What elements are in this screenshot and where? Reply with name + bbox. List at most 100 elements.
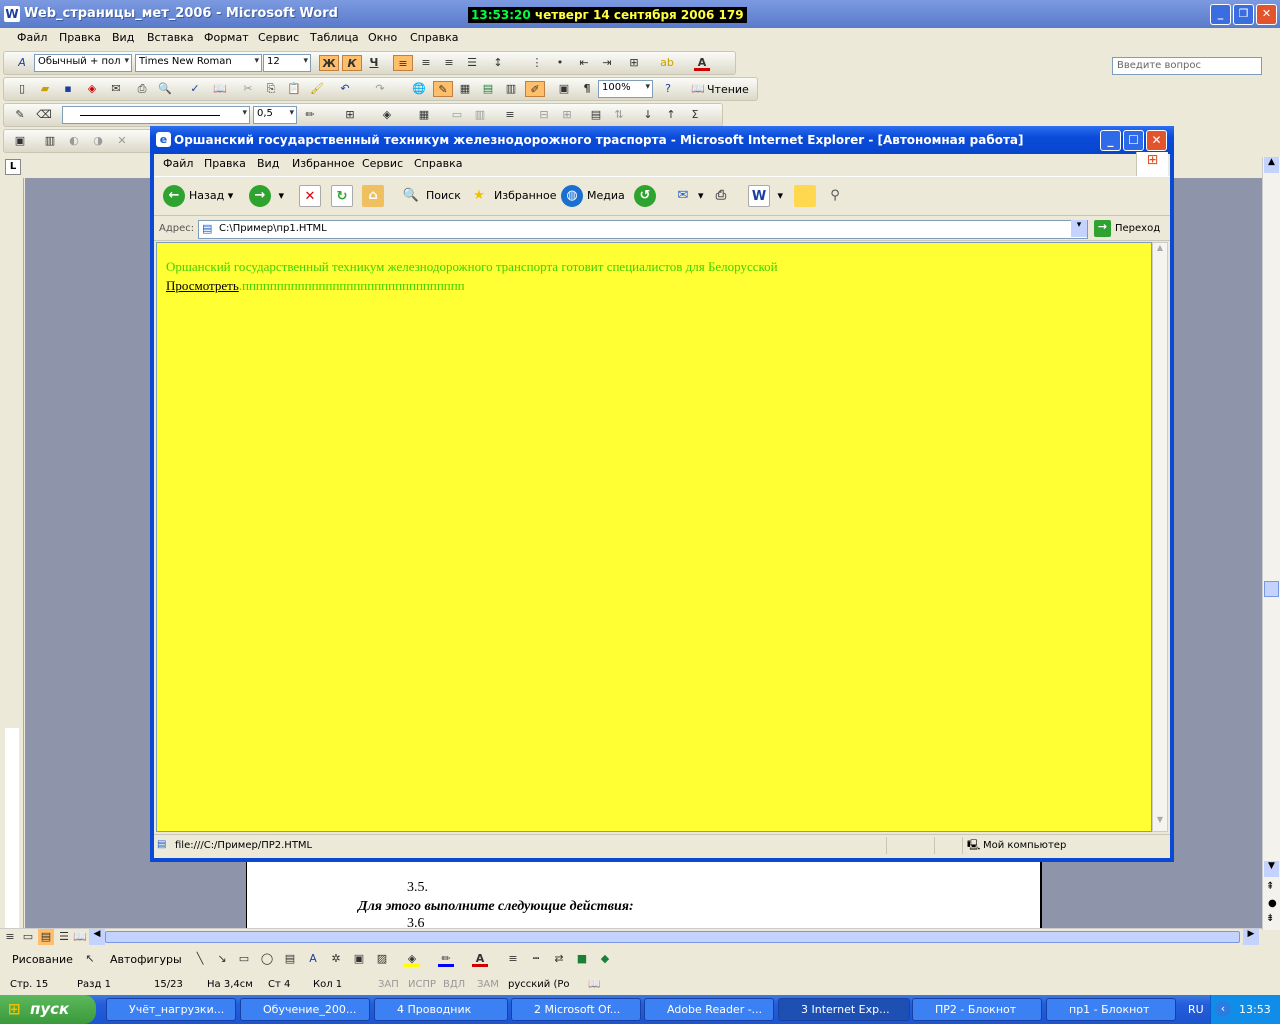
outside-border-icon[interactable]: ⊞ (342, 107, 358, 123)
line-weight-combo[interactable]: 0,5 (253, 106, 297, 124)
ie-print-button[interactable]: ⎙ (710, 185, 736, 211)
ie-back-button[interactable]: ← Назад ▾ (163, 185, 233, 211)
distribute-rows-icon[interactable]: ⊟ (536, 107, 552, 123)
scroll-thumb[interactable] (1264, 581, 1279, 597)
task-excel[interactable]: Учёт_нагрузки... (106, 998, 236, 1021)
insert-table-2-icon[interactable]: ▦ (416, 107, 432, 123)
menu-format[interactable]: Формат (204, 31, 249, 44)
arrow-style-icon[interactable]: ⇄ (551, 951, 567, 967)
ie-scroll-up-icon[interactable]: ▲ (1153, 243, 1167, 259)
ie-mail-button[interactable]: ✉ ▾ (672, 185, 704, 211)
format-painter-icon[interactable]: 🖌 (309, 81, 325, 97)
ie-menu-tools[interactable]: Сервис (362, 157, 403, 170)
tray-expand-icon[interactable]: ‹ (1215, 1001, 1231, 1017)
reading-view-icon[interactable]: 📖 (72, 929, 88, 945)
numbering-icon[interactable]: ⋮ (529, 55, 545, 71)
autosum-icon[interactable]: Σ (687, 107, 703, 123)
new-icon[interactable]: ▯ (14, 81, 30, 97)
word-vertical-scrollbar[interactable]: ▲ ▼ ⇞ ● ⇟ (1262, 157, 1280, 930)
ie-menu-help[interactable]: Справка (414, 157, 462, 170)
borders-icon[interactable]: ⊞ (626, 55, 642, 71)
diagram-icon[interactable]: ✲ (328, 951, 344, 967)
justify-icon[interactable]: ☰ (464, 55, 480, 71)
tab-selector-icon[interactable]: L (5, 159, 21, 175)
show-hide-icon[interactable]: ¶ (579, 81, 595, 97)
decrease-indent-icon[interactable]: ⇤ (576, 55, 592, 71)
align-cell-icon[interactable]: ≡ (502, 107, 518, 123)
document-page[interactable]: 3.5. Для этого выполните следующие дейст… (246, 858, 1042, 931)
email-icon[interactable]: ✉ (108, 81, 124, 97)
paste-icon[interactable]: 📋 (286, 81, 302, 97)
task-notepad-pr2[interactable]: ПР2 - Блокнот (912, 998, 1042, 1021)
copy-icon[interactable]: ⎘ (263, 81, 279, 97)
textbox-icon[interactable]: ▤ (282, 951, 298, 967)
task-ie[interactable]: 3 Internet Exp... (778, 998, 910, 1021)
ie-favorites-button[interactable]: ★ Избранное (468, 185, 556, 211)
word-minimize-button[interactable]: _ (1210, 4, 1231, 25)
ie-forward-button[interactable]: → ▾ (249, 185, 284, 211)
view-link[interactable]: Просмотреть (166, 278, 239, 293)
ie-search-button[interactable]: 🔍 Поиск (400, 185, 461, 211)
autoshapes-button[interactable]: Автофигуры (110, 953, 182, 966)
word-restore-button[interactable]: ❐ (1233, 4, 1254, 25)
frame-right-icon[interactable]: ◐ (66, 133, 82, 149)
line-style-combo[interactable] (62, 106, 250, 124)
line-spacing-icon[interactable]: ↕ (490, 55, 506, 71)
text-direction-icon[interactable]: ⇅ (611, 107, 627, 123)
status-ovr[interactable]: ЗАМ (477, 979, 499, 990)
menu-tools[interactable]: Сервис (258, 31, 299, 44)
menu-help[interactable]: Справка (410, 31, 458, 44)
menu-window[interactable]: Окно (368, 31, 397, 44)
shading-color-icon[interactable]: ◈ (379, 107, 395, 123)
draw-table-icon[interactable]: ✎ (12, 107, 28, 123)
rectangle-icon[interactable]: ▭ (236, 951, 252, 967)
scroll-left-icon[interactable]: ◀ (89, 929, 105, 945)
border-color-icon[interactable]: ✏ (302, 107, 318, 123)
font-size-combo[interactable]: 12 (263, 54, 311, 72)
line-color-icon[interactable]: ✏ (438, 951, 454, 967)
reading-icon[interactable]: 📖 (690, 81, 706, 97)
redo-icon[interactable]: ↷ (372, 81, 388, 97)
ie-minimize-button[interactable]: _ (1100, 130, 1121, 151)
go-button[interactable]: Переход (1115, 223, 1160, 234)
hyperlink-icon[interactable]: 🌐 (411, 81, 427, 97)
task-adobe[interactable]: Adobe Reader -... (644, 998, 774, 1021)
frame-top-icon[interactable]: ◑ (90, 133, 106, 149)
scroll-right-icon[interactable]: ▶ (1243, 929, 1259, 945)
zoom-combo[interactable]: 100% (598, 80, 653, 98)
scroll-down-icon[interactable]: ▼ (1264, 861, 1279, 877)
arrow-icon[interactable]: ↘ (214, 951, 230, 967)
print-preview-icon[interactable]: 🔍 (157, 81, 173, 97)
line-style-icon[interactable]: ≡ (505, 951, 521, 967)
distribute-cols-icon[interactable]: ⊞ (559, 107, 575, 123)
bullets-icon[interactable]: • (552, 55, 568, 71)
autoformat-icon[interactable]: ▤ (588, 107, 604, 123)
ie-discuss-button[interactable] (794, 185, 820, 211)
ie-vertical-scrollbar[interactable]: ▲ ▼ (1152, 242, 1168, 832)
reading-button[interactable]: Чтение (707, 83, 749, 96)
status-ext[interactable]: ВДЛ (443, 979, 465, 990)
draw-menu-button[interactable]: Рисование (12, 953, 73, 966)
word-close-button[interactable]: ✕ (1256, 4, 1277, 25)
browse-object-icon[interactable]: ● (1268, 898, 1277, 909)
ie-maximize-button[interactable]: ☐ (1123, 130, 1144, 151)
spelling-icon[interactable]: ✓ (187, 81, 203, 97)
help-icon[interactable]: ? (660, 81, 676, 97)
menu-file[interactable]: Файл (17, 31, 47, 44)
menu-insert[interactable]: Вставка (147, 31, 194, 44)
sort-asc-icon[interactable]: ↓ (640, 107, 656, 123)
wordart-icon[interactable]: A (305, 951, 321, 967)
frame-bottom-icon[interactable]: ✕ (114, 133, 130, 149)
ie-close-button[interactable]: ✕ (1146, 130, 1167, 151)
document-map-icon[interactable]: ▣ (556, 81, 572, 97)
ie-media-button[interactable]: ◍ Медиа (561, 185, 625, 211)
bold-button[interactable]: Ж (319, 55, 339, 71)
task-word-doc[interactable]: Обучение_200... (240, 998, 370, 1021)
italic-button[interactable]: К (342, 55, 362, 71)
ie-menu-edit[interactable]: Правка (204, 157, 246, 170)
menu-view[interactable]: Вид (112, 31, 134, 44)
ie-menu-favorites[interactable]: Избранное (292, 157, 354, 170)
next-page-icon[interactable]: ⇟ (1266, 913, 1274, 924)
hscroll-thumb[interactable] (105, 931, 1240, 943)
outline-view-icon[interactable]: ☰ (56, 929, 72, 945)
